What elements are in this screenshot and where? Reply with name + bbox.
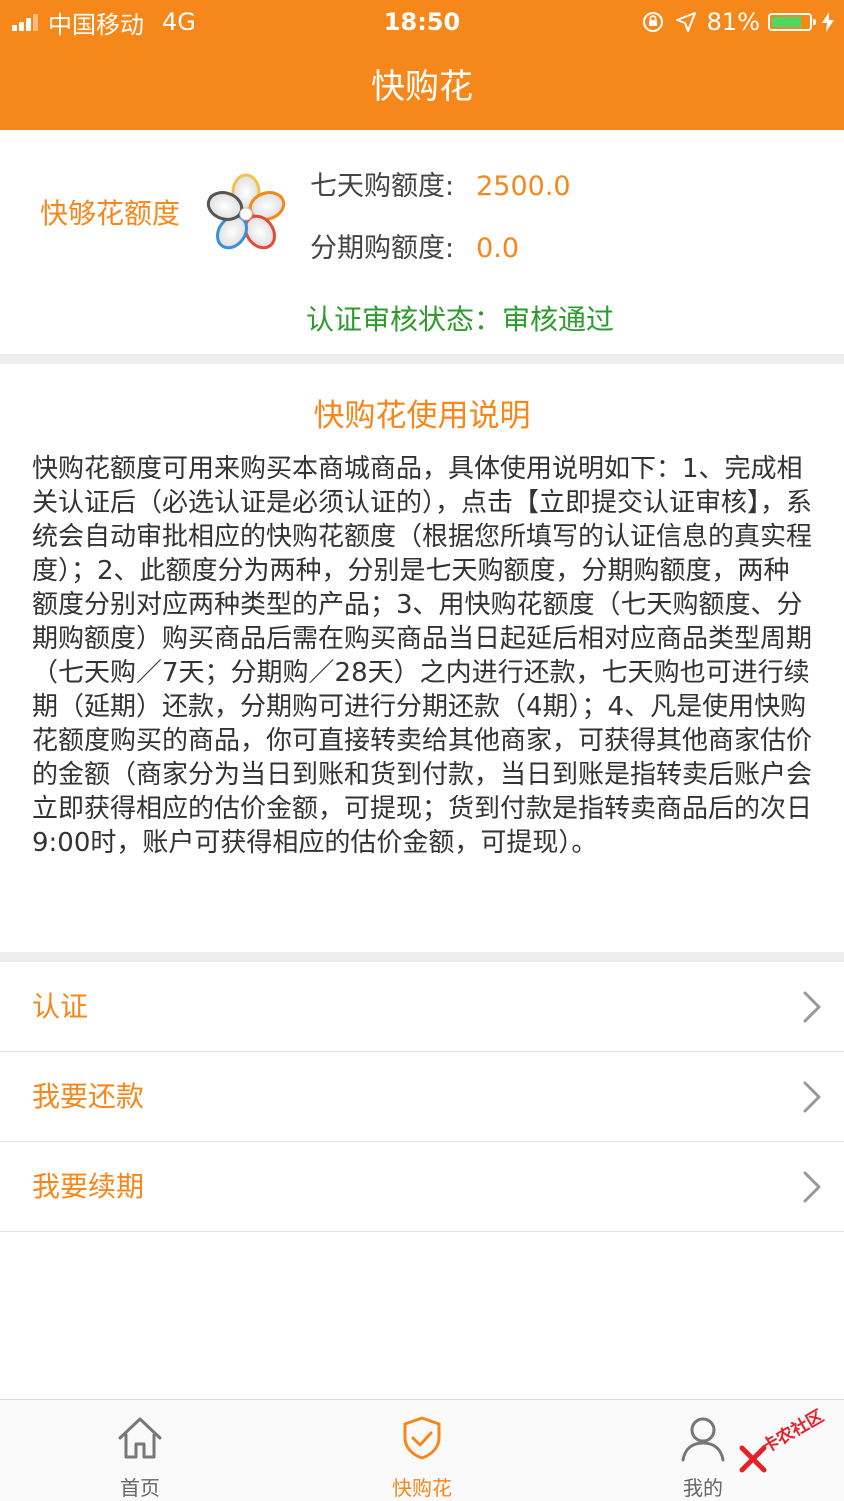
quota-section: 快够花额度 七天购额度: 2500.0 分期购额度: 0.0 认证审核状态：审核通过	[0, 130, 844, 354]
instructions-section: 快购花使用说明 快购花额度可用来购买本商城商品，具体使用说明如下：1、完成相关认…	[0, 364, 844, 952]
seven-day-quota-row: 七天购额度: 2500.0	[310, 164, 571, 203]
menu-item-renew[interactable]: 我要续期	[0, 1142, 844, 1232]
user-icon	[681, 1417, 725, 1462]
installment-quota-label: 分期购额度:	[310, 233, 455, 264]
menu-item-auth[interactable]: 认证	[0, 962, 844, 1052]
quota-label: 快够花额度	[40, 197, 181, 230]
flower-logo-icon	[206, 173, 286, 250]
charging-bolt-icon	[822, 12, 834, 32]
chevron-right-icon	[803, 991, 821, 1023]
chevron-right-icon	[803, 1171, 821, 1203]
tab-label: 快购花	[392, 1476, 452, 1500]
status-bar: 中国移动 4G 18:50 81%	[0, 0, 844, 44]
installment-quota-value: 0.0	[476, 233, 520, 264]
battery-fill	[772, 17, 802, 27]
location-arrow-icon	[675, 11, 697, 33]
menu-item-label: 我要还款	[32, 1080, 145, 1113]
installment-quota-row: 分期购额度: 0.0	[310, 226, 519, 265]
tab-bar: 首页 快购花 我的	[0, 1399, 844, 1501]
shield-check-icon	[403, 1416, 441, 1460]
section-divider	[0, 354, 844, 364]
action-menu: 认证 我要还款 我要续期	[0, 962, 844, 1232]
auth-status: 认证审核状态：审核通过	[306, 303, 615, 336]
nav-bar: 快购花	[0, 44, 844, 130]
home-icon	[118, 1417, 162, 1459]
section-divider	[0, 952, 844, 962]
battery-icon	[768, 13, 816, 31]
chevron-right-icon	[803, 1081, 821, 1113]
watermark: 卡农社区	[738, 1406, 838, 1482]
tab-home[interactable]: 首页	[40, 1400, 240, 1501]
instructions-body: 快购花额度可用来购买本商城商品，具体使用说明如下：1、完成相关认证后（必选认证是…	[32, 454, 813, 858]
menu-item-label: 我要续期	[32, 1170, 145, 1203]
tab-label: 首页	[120, 1476, 160, 1500]
seven-day-quota-value: 2500.0	[476, 171, 571, 202]
menu-item-label: 认证	[32, 990, 89, 1023]
page-title: 快购花	[371, 67, 473, 107]
instructions-title: 快购花使用说明	[313, 398, 531, 434]
status-right: 81%	[631, 6, 834, 38]
seven-day-quota-label: 七天购额度:	[310, 171, 455, 202]
battery-percent: 81%	[706, 8, 760, 36]
menu-item-repay[interactable]: 我要还款	[0, 1052, 844, 1142]
rotation-lock-icon	[641, 10, 665, 34]
tab-kuaigouhua[interactable]: 快购花	[322, 1400, 522, 1501]
